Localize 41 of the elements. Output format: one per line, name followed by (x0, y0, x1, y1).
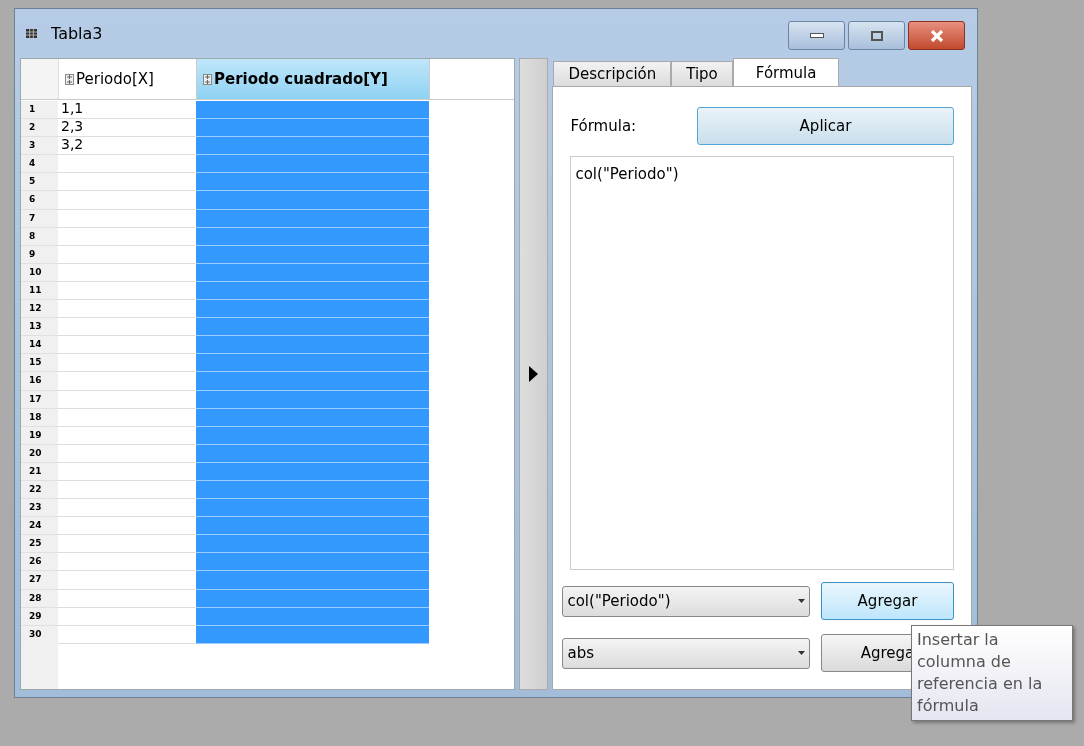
row-number[interactable]: 27 (21, 571, 58, 590)
row-number[interactable]: 25 (21, 535, 58, 554)
table-icon (26, 29, 37, 38)
expand-arrow-icon (529, 366, 539, 382)
minimize-icon (809, 33, 824, 38)
row-number[interactable]: 5 (21, 173, 58, 192)
apply-button[interactable]: Aplicar (697, 107, 954, 145)
row-number[interactable]: 2 (21, 119, 58, 138)
tooltip: Insertar la columna de referencia en la fórmula (911, 625, 1073, 721)
row-number[interactable]: 23 (21, 499, 58, 518)
column-header[interactable]: Periodo cuadrado[Y] (197, 59, 430, 99)
minimize-button[interactable] (788, 21, 845, 50)
row-number[interactable]: 13 (21, 318, 58, 337)
tab[interactable]: Tipo (671, 61, 733, 86)
row-number[interactable]: 24 (21, 517, 58, 536)
expand-icon[interactable] (203, 73, 212, 85)
row-number[interactable]: 3 (21, 137, 58, 156)
row-number[interactable]: 12 (21, 300, 58, 319)
corner-cell[interactable] (21, 59, 59, 99)
row-number[interactable]: 16 (21, 372, 58, 391)
row-number[interactable]: 26 (21, 553, 58, 572)
dropdown-arrow-icon (798, 651, 806, 655)
dropdown[interactable]: abs (562, 637, 811, 669)
close-button[interactable] (908, 21, 965, 50)
row-number[interactable]: 15 (21, 354, 58, 373)
close-icon (929, 29, 944, 42)
dropdown[interactable]: col("Periodo") (562, 585, 811, 617)
row-number[interactable]: 1 (21, 101, 58, 120)
formula-editor[interactable]: col("Periodo") (570, 156, 954, 570)
tab[interactable]: Descripción (553, 61, 672, 86)
maximize-icon (870, 30, 883, 41)
row-number[interactable]: 4 (21, 155, 58, 174)
maximize-button[interactable] (848, 21, 905, 50)
row-number[interactable]: 14 (21, 336, 58, 355)
expand-icon[interactable] (65, 73, 74, 85)
add-button[interactable]: Agregar (821, 582, 954, 620)
formula-label: Fórmula: (570, 117, 637, 135)
row-number[interactable]: 6 (21, 191, 58, 210)
tab[interactable]: Fórmula (732, 58, 840, 86)
window-title: Tabla3 (51, 24, 103, 43)
dropdown-arrow-icon (798, 599, 806, 603)
